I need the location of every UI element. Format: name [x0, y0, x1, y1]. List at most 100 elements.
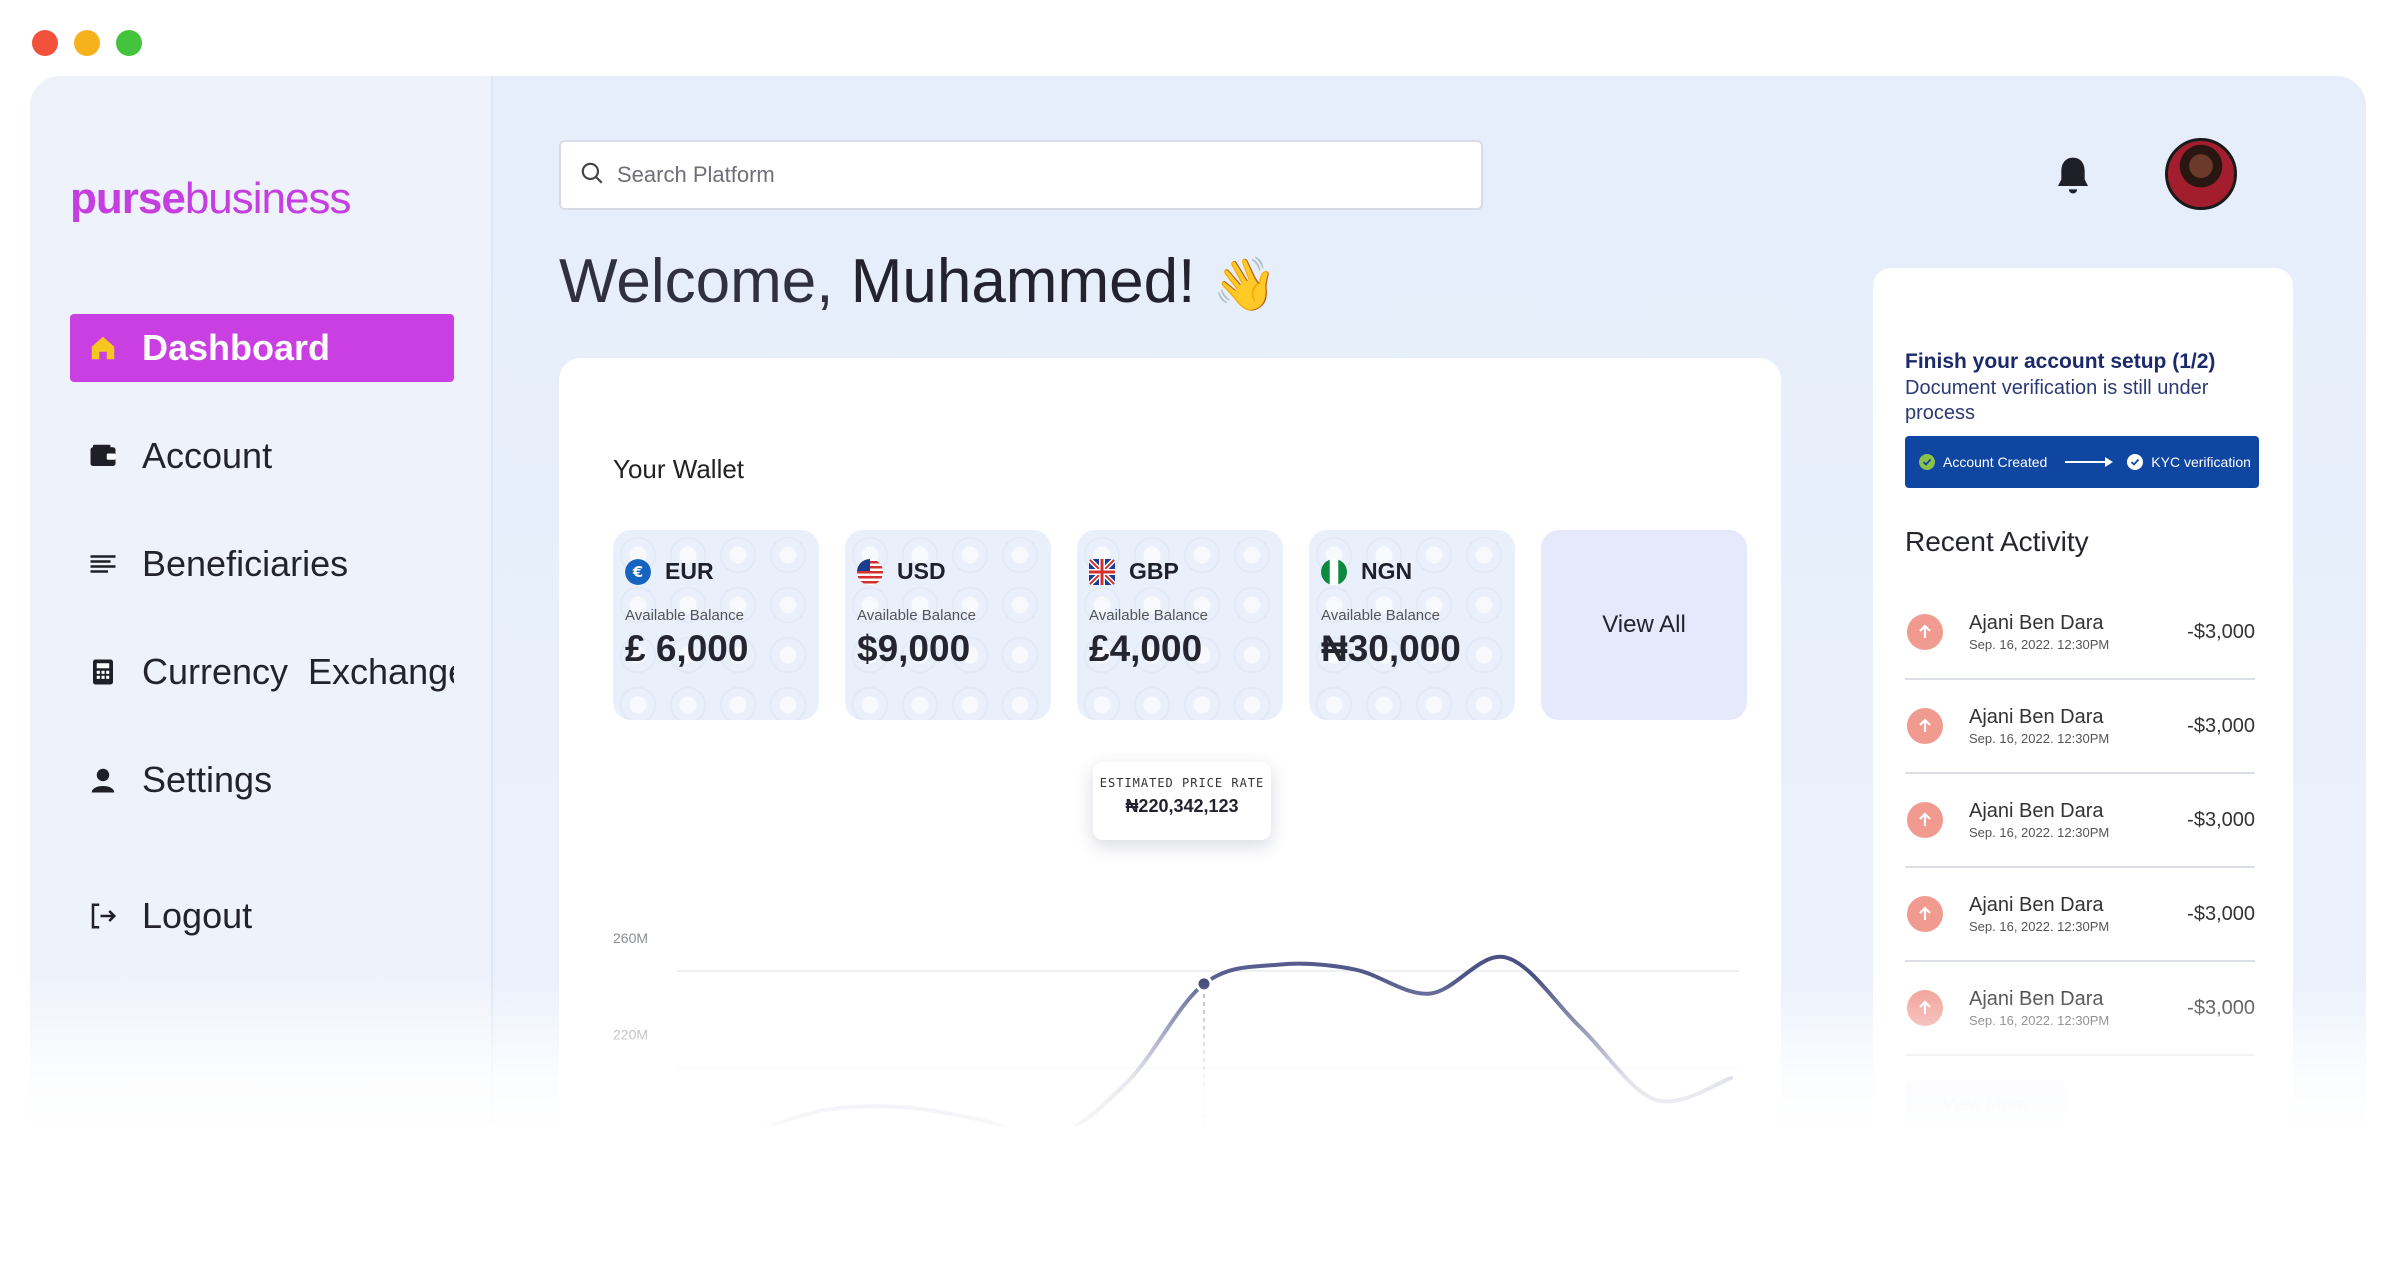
currency-code: USD	[897, 558, 946, 584]
balance-label: Available Balance	[857, 607, 976, 624]
step-account-created: Account Created	[1943, 454, 2048, 470]
sidebar-item-account[interactable]: Account	[70, 422, 454, 490]
activity-item[interactable]: Ajani Ben Dara Sep. 16, 2022. 12:30PM -$3…	[1905, 774, 2255, 868]
sidebar-item-logout[interactable]: Logout	[70, 882, 454, 950]
activity-name: Ajani Ben Dara	[1969, 800, 2104, 822]
setup-subtitle: Document verification is still under pro…	[1905, 377, 2209, 424]
account-side-panel: Finish your account setup (1/2) Document…	[1873, 268, 2293, 1126]
tooltip-value: ₦220,342,123	[1125, 796, 1239, 816]
activity-amount: -$3,000	[2187, 714, 2255, 737]
activity-item[interactable]: Ajani Ben Dara Sep. 16, 2022. 12:30PM -$3…	[1905, 680, 2255, 774]
sidebar-nav: Dashboard Account Beneficiaries Currency…	[70, 314, 454, 990]
sidebar-item-beneficiaries[interactable]: Beneficiaries	[70, 530, 454, 598]
balance-amount: $9,000	[857, 628, 971, 669]
activity-amount: -$3,000	[2187, 902, 2255, 925]
setup-title: Finish your account setup (1/2)	[1905, 350, 2216, 373]
sidebar-item-dashboard[interactable]: Dashboard	[70, 314, 454, 382]
home-icon	[86, 331, 120, 365]
sidebar-item-label: Logout	[142, 895, 253, 936]
currency-code: EUR	[665, 558, 714, 584]
sidebar-item-settings[interactable]: Settings	[70, 746, 454, 814]
activity-name: Ajani Ben Dara	[1969, 706, 2104, 728]
window-controls	[32, 30, 142, 56]
list-icon	[86, 547, 120, 581]
brand-logo[interactable]: pursebusiness	[70, 174, 351, 224]
minimize-window-button[interactable]	[74, 30, 100, 56]
highlighted-data-point	[1195, 975, 1213, 993]
balance-label: Available Balance	[625, 607, 744, 624]
currency-card-usd[interactable]: USD Available Balance $9,000	[845, 530, 1051, 720]
activity-amount: -$3,000	[2187, 996, 2255, 1019]
activity-date: Sep. 16, 2022. 12:30PM	[1969, 825, 2110, 840]
currency-code: NGN	[1361, 558, 1413, 584]
arrow-up-icon	[1907, 614, 1943, 650]
welcome-heading: Welcome, Muhammed! 👋	[559, 247, 1278, 316]
step-kyc-verification: KYC verification	[2151, 454, 2251, 470]
activity-item[interactable]: Ajani Ben Dara Sep. 16, 2022. 12:30PM -$3…	[1905, 868, 2255, 962]
y-tick-label: 260M	[613, 930, 648, 946]
logout-icon	[86, 899, 120, 933]
activity-list: Ajani Ben Dara Sep. 16, 2022. 12:30PM -$3…	[1905, 586, 2255, 1056]
main-content: Welcome, Muhammed! 👋 Your Wallet € EUR A…	[495, 76, 2366, 1126]
activity-date: Sep. 16, 2022. 12:30PM	[1969, 637, 2110, 652]
view-more-button[interactable]: View More	[1905, 1080, 2065, 1126]
app-window: pursebusiness Dashboard Account Benefici…	[30, 76, 2366, 1126]
balance-amount: £ 6,000	[625, 628, 749, 669]
currency-code: GBP	[1129, 558, 1179, 584]
wallet-title: Your Wallet	[613, 454, 745, 484]
balance-amount: £4,000	[1089, 628, 1203, 669]
nigeria-flag-icon	[1321, 558, 1347, 585]
arrow-right-icon	[2065, 457, 2114, 467]
activity-date: Sep. 16, 2022. 12:30PM	[1969, 1013, 2110, 1028]
close-window-button[interactable]	[32, 30, 58, 56]
user-icon	[86, 763, 120, 797]
search-bar[interactable]	[559, 140, 1483, 210]
sidebar-item-label: Currency Exchange	[142, 651, 454, 692]
uk-flag-icon	[1089, 558, 1115, 585]
user-avatar[interactable]	[2165, 138, 2237, 210]
currency-list: € EUR Available Balance £ 6,000 USD Avai…	[613, 530, 1747, 720]
us-flag-icon	[857, 558, 883, 585]
sidebar-item-currency-exchange[interactable]: Currency Exchange	[70, 638, 454, 706]
y-tick-label: 220M	[613, 1027, 648, 1043]
search-icon	[579, 160, 605, 191]
maximize-window-button[interactable]	[116, 30, 142, 56]
arrow-up-icon	[1907, 896, 1943, 932]
activity-amount: -$3,000	[2187, 620, 2255, 643]
balance-amount: ₦30,000	[1321, 628, 1461, 669]
arrow-up-icon	[1907, 802, 1943, 838]
tooltip-label: ESTIMATED PRICE RATE	[1099, 776, 1265, 790]
euro-flag-icon: €	[625, 558, 651, 585]
setup-progress: Account Created KYC verification	[1905, 436, 2259, 488]
activity-amount: -$3,000	[2187, 808, 2255, 831]
y-tick-label: 180M	[613, 1123, 648, 1126]
activity-date: Sep. 16, 2022. 12:30PM	[1969, 731, 2110, 746]
activity-name: Ajani Ben Dara	[1969, 612, 2104, 634]
sidebar: pursebusiness Dashboard Account Benefici…	[30, 76, 493, 1126]
arrow-up-icon	[1907, 708, 1943, 744]
arrow-up-icon	[1907, 990, 1943, 1026]
sidebar-item-label: Beneficiaries	[142, 543, 349, 584]
currency-card-ngn[interactable]: NGN Available Balance ₦30,000	[1309, 530, 1515, 720]
wave-emoji-icon: 👋	[1212, 256, 1278, 314]
activity-item[interactable]: Ajani Ben Dara Sep. 16, 2022. 12:30PM -$3…	[1905, 962, 2255, 1056]
currency-card-eur[interactable]: € EUR Available Balance £ 6,000	[613, 530, 819, 720]
balance-label: Available Balance	[1089, 607, 1208, 624]
sidebar-item-label: Settings	[142, 759, 273, 800]
check-circle-icon	[1919, 454, 1935, 470]
svg-text:€: €	[632, 563, 643, 581]
view-all-button[interactable]: View All	[1541, 530, 1747, 720]
activity-name: Ajani Ben Dara	[1969, 988, 2104, 1010]
chart-tooltip: ESTIMATED PRICE RATE ₦220,342,123	[1093, 762, 1271, 840]
activity-date: Sep. 16, 2022. 12:30PM	[1969, 919, 2110, 934]
activity-item[interactable]: Ajani Ben Dara Sep. 16, 2022. 12:30PM -$3…	[1905, 586, 2255, 680]
notification-bell-icon[interactable]	[2053, 154, 2093, 198]
sidebar-item-label: Dashboard	[142, 327, 331, 368]
search-input[interactable]	[617, 162, 1437, 188]
sidebar-item-label: Account	[142, 435, 273, 476]
balance-label: Available Balance	[1321, 607, 1440, 624]
check-circle-icon	[2127, 454, 2144, 470]
calculator-icon	[86, 655, 120, 689]
currency-card-gbp[interactable]: GBP Available Balance £4,000	[1077, 530, 1283, 720]
wallet-icon	[86, 439, 120, 473]
